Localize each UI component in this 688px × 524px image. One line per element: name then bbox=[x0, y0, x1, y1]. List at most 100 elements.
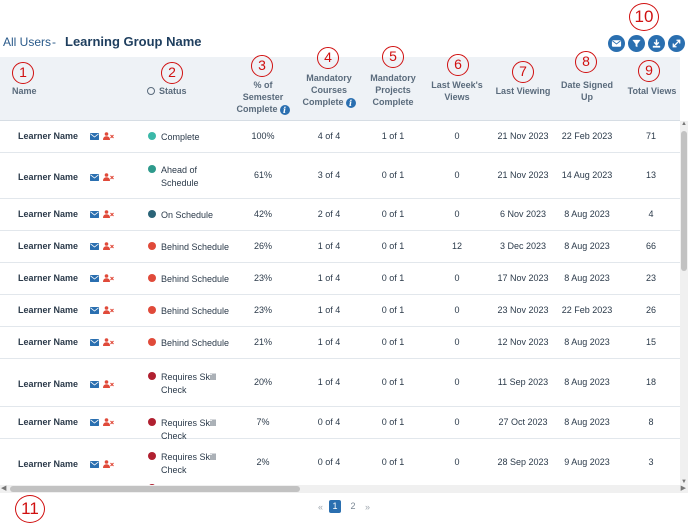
info-icon[interactable]: i bbox=[279, 104, 290, 115]
remove-user-icon[interactable] bbox=[103, 306, 114, 314]
filter-button[interactable] bbox=[628, 35, 645, 52]
table-row[interactable]: Learner Name Behind Schedule 26% 1 of 4 0 of… bbox=[0, 231, 680, 263]
col-last-viewing[interactable]: Last Viewing bbox=[492, 85, 554, 97]
cell-projects: 0 of 1 bbox=[381, 241, 405, 251]
col-date-signed-up[interactable]: Date Signed Up bbox=[558, 79, 616, 103]
learner-name[interactable]: Learner Name bbox=[18, 131, 88, 141]
cell-last-viewing: 21 Nov 2023 bbox=[497, 170, 549, 180]
email-all-button[interactable] bbox=[608, 35, 625, 52]
expand-button[interactable] bbox=[668, 35, 685, 52]
col-name[interactable]: Name bbox=[12, 85, 37, 97]
col-status[interactable]: Status bbox=[147, 85, 187, 97]
cell-pct: 2% bbox=[256, 457, 270, 467]
status-label: Behind Schedule bbox=[161, 242, 230, 252]
col-lastweek-line1: Last Week's bbox=[431, 80, 483, 90]
col-mandatory-projects[interactable]: Mandatory Projects Complete bbox=[364, 72, 422, 108]
status-cell: Ahead of Schedule bbox=[148, 164, 236, 190]
status-dot-icon bbox=[148, 210, 156, 218]
envelope-icon[interactable] bbox=[90, 306, 99, 314]
vertical-scrollbar[interactable]: ▲ ▼ bbox=[680, 121, 688, 485]
col-total-views[interactable]: Total Views bbox=[624, 85, 680, 97]
info-icon[interactable]: i bbox=[345, 97, 356, 108]
pagination-page[interactable]: 1 bbox=[329, 500, 342, 513]
horizontal-scroll-thumb[interactable] bbox=[10, 486, 300, 492]
row-actions bbox=[90, 380, 114, 388]
status-dot-icon bbox=[148, 274, 156, 282]
page-title: Learning Group Name bbox=[65, 34, 202, 49]
cell-last-viewing: 23 Nov 2023 bbox=[497, 305, 549, 315]
cell-pct: 20% bbox=[253, 377, 272, 387]
learner-name[interactable]: Learner Name bbox=[18, 459, 88, 469]
status-cell: Behind Schedule bbox=[148, 273, 236, 286]
table-row[interactable]: Learner Name Complete 100% 4 of 4 1 of 1 0 21 … bbox=[0, 121, 680, 153]
status-label: Requires Skill Check bbox=[161, 372, 217, 395]
status-radio-icon[interactable] bbox=[147, 86, 155, 95]
table-row[interactable]: Learner Name Requires Skill Check 20% 1 of … bbox=[0, 359, 680, 407]
learner-name[interactable]: Learner Name bbox=[18, 241, 88, 251]
learner-name[interactable]: Learner Name bbox=[18, 379, 88, 389]
cell-signed-up: 9 Aug 2023 bbox=[564, 457, 610, 467]
breadcrumb-all-users[interactable]: All Users bbox=[3, 35, 51, 49]
status-label: Behind Schedule bbox=[161, 338, 230, 348]
remove-user-icon[interactable] bbox=[103, 132, 114, 140]
breadcrumb-separator: - bbox=[52, 35, 56, 49]
cell-last-viewing: 28 Sep 2023 bbox=[497, 457, 549, 467]
envelope-icon[interactable] bbox=[90, 418, 99, 426]
pagination-prev[interactable]: « bbox=[318, 502, 323, 512]
table-row[interactable]: Learner Name Behind Schedule 23% 1 of 4 0 of… bbox=[0, 295, 680, 327]
envelope-icon[interactable] bbox=[90, 274, 99, 282]
scroll-up-icon[interactable]: ▲ bbox=[681, 121, 687, 127]
cell-signed-up: 22 Feb 2023 bbox=[561, 305, 613, 315]
cell-total-views: 3 bbox=[648, 457, 654, 467]
cell-signed-up: 8 Aug 2023 bbox=[564, 273, 610, 283]
cell-week-views: 0 bbox=[454, 209, 460, 219]
pagination-page[interactable]: 2 bbox=[347, 500, 359, 513]
learner-name[interactable]: Learner Name bbox=[18, 305, 88, 315]
pagination-next[interactable]: » bbox=[365, 502, 370, 512]
horizontal-scrollbar[interactable]: ◀ ▶ bbox=[0, 485, 688, 493]
col-projects-line3: Complete bbox=[372, 97, 414, 107]
row-actions bbox=[90, 173, 114, 181]
envelope-icon[interactable] bbox=[90, 380, 99, 388]
remove-user-icon[interactable] bbox=[103, 418, 114, 426]
remove-user-icon[interactable] bbox=[103, 274, 114, 282]
table-row[interactable]: Learner Name Requires Skill Check 7% 0 of 4… bbox=[0, 407, 680, 441]
scroll-left-icon[interactable]: ◀ bbox=[1, 484, 6, 492]
envelope-icon[interactable] bbox=[90, 338, 99, 346]
envelope-icon[interactable] bbox=[90, 460, 99, 468]
envelope-icon[interactable] bbox=[90, 132, 99, 140]
remove-user-icon[interactable] bbox=[103, 338, 114, 346]
learner-name[interactable]: Learner Name bbox=[18, 337, 88, 347]
learner-name[interactable]: Learner Name bbox=[18, 172, 88, 182]
cell-courses: 0 of 4 bbox=[317, 457, 341, 467]
cell-signed-up: 22 Feb 2023 bbox=[561, 131, 613, 141]
remove-user-icon[interactable] bbox=[103, 380, 114, 388]
cell-signed-up: 8 Aug 2023 bbox=[564, 377, 610, 387]
learner-name[interactable]: Learner Name bbox=[18, 273, 88, 283]
envelope-icon[interactable] bbox=[90, 210, 99, 218]
table-row[interactable]: Learner Name Ahead of Schedule 61% 3 of 4 0 … bbox=[0, 153, 680, 199]
table-row[interactable]: Learner Name Behind Schedule 23% 1 of 4 0 of… bbox=[0, 263, 680, 295]
envelope-icon[interactable] bbox=[90, 242, 99, 250]
cell-pct: 26% bbox=[253, 241, 272, 251]
download-button[interactable] bbox=[648, 35, 665, 52]
remove-user-icon[interactable] bbox=[103, 460, 114, 468]
envelope-icon[interactable] bbox=[90, 173, 99, 181]
col-mandatory-courses[interactable]: Mandatory Courses Complete i bbox=[300, 72, 358, 108]
scroll-right-icon[interactable]: ▶ bbox=[681, 484, 686, 492]
remove-user-icon[interactable] bbox=[103, 242, 114, 250]
col-pct-semester[interactable]: % of Semester Complete i bbox=[232, 79, 294, 115]
annotation-marker: 3 bbox=[251, 55, 273, 77]
remove-user-icon[interactable] bbox=[103, 173, 114, 181]
table-row[interactable]: Learner Name Behind Schedule 21% 1 of 4 0 of… bbox=[0, 327, 680, 359]
table-row[interactable]: Learner Name On Schedule 42% 2 of 4 0 of 1 0 6… bbox=[0, 199, 680, 231]
vertical-scroll-thumb[interactable] bbox=[681, 131, 687, 271]
remove-user-icon[interactable] bbox=[103, 210, 114, 218]
cell-signed-up: 8 Aug 2023 bbox=[564, 417, 610, 427]
learner-name[interactable]: Learner Name bbox=[18, 209, 88, 219]
cell-courses: 1 of 4 bbox=[317, 377, 341, 387]
cell-courses: 1 of 4 bbox=[317, 305, 341, 315]
cell-pct: 100% bbox=[251, 131, 275, 141]
learner-name[interactable]: Learner Name bbox=[18, 417, 88, 427]
col-last-week-views[interactable]: Last Week's Views bbox=[428, 79, 486, 103]
